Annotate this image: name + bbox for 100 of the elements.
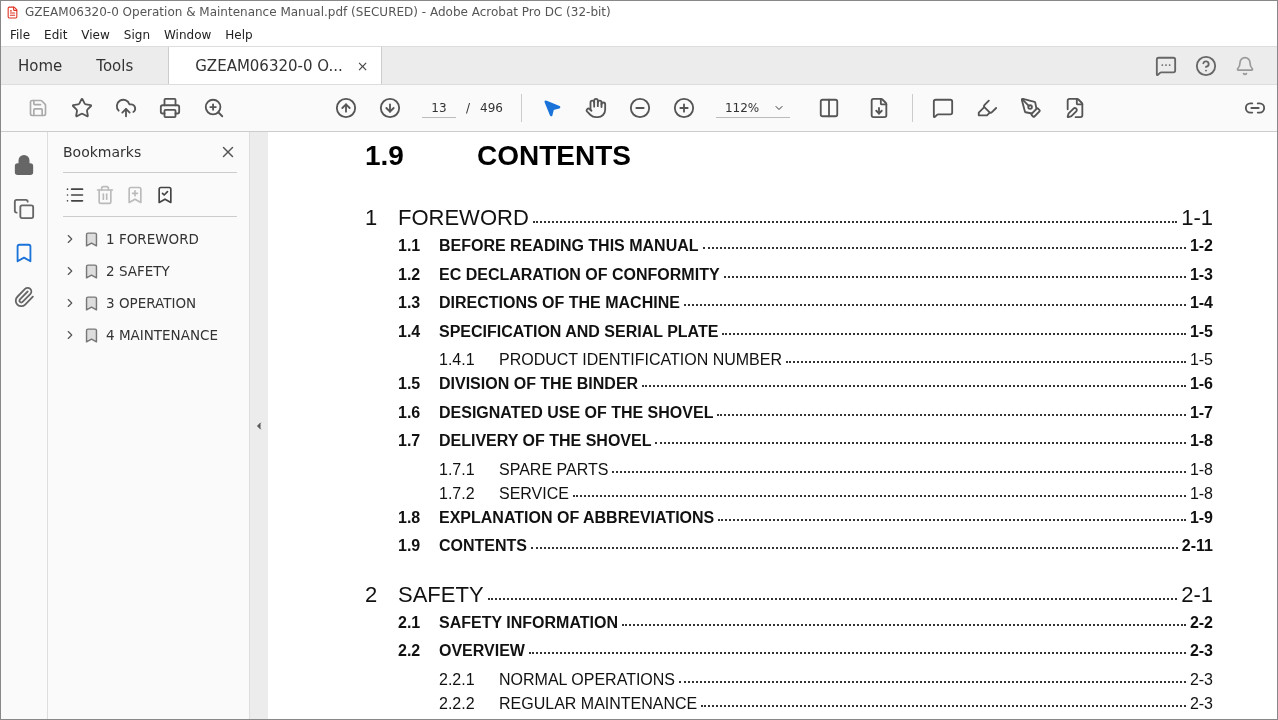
entry-page: 1-1 — [1181, 204, 1213, 232]
bookmark-icon — [83, 262, 100, 280]
comment-icon[interactable] — [1155, 54, 1177, 77]
entry-title: OVERVIEW — [439, 641, 525, 661]
nav-tab[interactable]: Home — [1, 47, 80, 84]
entry-number: 1.4.1 — [439, 350, 476, 370]
zoom-in-icon[interactable] — [672, 97, 695, 119]
entry-number: 1.6 — [398, 402, 422, 423]
bookmark-icon — [83, 230, 100, 248]
heading-number: 1.9 — [365, 140, 405, 172]
cloud-upload-icon[interactable] — [115, 97, 137, 119]
paperclip-icon[interactable] — [13, 286, 35, 308]
page-total: 496 — [480, 101, 503, 115]
menu-item[interactable]: File — [3, 27, 38, 42]
menu-item[interactable]: Window — [157, 27, 219, 42]
entry-title: BEFORE READING THIS MANUAL — [439, 236, 699, 256]
hand-icon[interactable] — [584, 97, 607, 119]
entry-title: REGULAR MAINTENANCE — [499, 693, 698, 714]
entry-page: 1-8 — [1189, 459, 1213, 480]
page-up-icon[interactable] — [335, 97, 357, 119]
document-tab[interactable]: GZEAM06320-0 O... × — [168, 47, 382, 84]
bookmark-icon — [83, 294, 100, 312]
menu-item[interactable]: View — [74, 27, 117, 42]
entry-page: 2-3 — [1189, 669, 1213, 690]
menu-item[interactable]: Edit — [37, 27, 75, 42]
entry-page: 2-11 — [1181, 536, 1213, 556]
page-heading: CONTENTS — [477, 140, 631, 172]
entry-number: 1.7.2 — [439, 483, 476, 504]
bookmark-item[interactable]: 2 SAFETY — [106, 263, 170, 279]
pointer-icon[interactable] — [541, 98, 562, 118]
entry-title: DELIVERY OF THE SHOVEL — [439, 431, 652, 451]
star-icon[interactable] — [71, 97, 93, 119]
entry-page: 2-2 — [1189, 612, 1213, 633]
panel-title: Bookmarks — [63, 144, 142, 160]
entry-number: 1.7 — [398, 431, 422, 451]
entry-number: 2.2 — [398, 641, 422, 661]
entry-title: PRODUCT IDENTIFICATION NUMBER — [499, 350, 782, 370]
nav-tab[interactable]: Tools — [79, 47, 151, 84]
entry-page: 1-5 — [1189, 350, 1213, 370]
entry-number: 2.1 — [398, 612, 422, 633]
bookmark-item[interactable]: 3 OPERATION — [106, 295, 197, 311]
bookmark-item[interactable]: 1 FOREWORD — [106, 231, 199, 247]
entry-number: 1.2 — [398, 264, 422, 285]
entry-number: 1 — [365, 204, 379, 232]
lock-icon[interactable] — [13, 154, 35, 176]
entry-number: 1.1 — [398, 236, 422, 256]
entry-page: 1-2 — [1189, 236, 1213, 256]
entry-page: 2-3 — [1189, 641, 1213, 661]
printer-icon[interactable] — [159, 97, 181, 119]
entry-title: CONTENTS — [439, 536, 527, 556]
entry-page: 2-3 — [1189, 693, 1213, 714]
menu-item[interactable]: Help — [218, 27, 260, 42]
pen-icon[interactable] — [1019, 97, 1042, 119]
window-title: GZEAM06320-0 Operation & Maintenance Manual.pdf (SECURED) - Adobe Acrobat Pro DC (32-bit) — [25, 5, 611, 19]
entry-title: DESIGNATED USE OF THE SHOVEL — [439, 402, 714, 423]
bookmark-item[interactable]: 4 MAINTENANCE — [106, 327, 218, 343]
entry-number: 1.8 — [398, 507, 422, 528]
menu-item[interactable]: Sign — [116, 27, 157, 42]
entry-page: 1-4 — [1189, 293, 1213, 313]
comment-icon[interactable] — [931, 97, 954, 119]
entry-title: DIRECTIONS OF THE MACHINE — [439, 293, 680, 313]
entry-number: 1.5 — [398, 374, 422, 394]
entry-number: 1.7.1 — [439, 459, 476, 480]
zoom-out-icon[interactable] — [628, 97, 651, 119]
bookmark-icon — [83, 326, 100, 344]
entry-title: SAFETY INFORMATION — [439, 612, 618, 633]
entry-number: 1.9 — [398, 536, 422, 556]
entry-page: 1-5 — [1189, 321, 1213, 342]
entry-title: EXPLANATION OF ABBREVIATIONS — [439, 507, 715, 528]
highlighter-icon[interactable] — [975, 97, 998, 119]
entry-number: 2.2.1 — [439, 669, 476, 690]
entry-page: 1-9 — [1189, 507, 1213, 528]
entry-title: SPARE PARTS — [499, 459, 609, 480]
entry-page: 1-8 — [1189, 431, 1213, 451]
entry-title: SAFETY — [398, 580, 484, 609]
page-separator: / — [466, 101, 471, 115]
entry-title: SPECIFICATION AND SERIAL PLATE — [439, 321, 719, 342]
help-icon[interactable] — [1195, 54, 1217, 77]
entry-title: SERVICE — [499, 483, 569, 504]
entry-page: 2-1 — [1181, 580, 1213, 609]
entry-page: 1-6 — [1189, 374, 1213, 394]
page-number-field[interactable]: 13 — [422, 98, 456, 118]
pages-icon[interactable] — [13, 198, 35, 220]
entry-title: DIVISION OF THE BINDER — [439, 374, 639, 394]
page-down-icon[interactable] — [379, 97, 401, 119]
entry-title: NORMAL OPERATIONS — [499, 669, 676, 690]
entry-page: 1-3 — [1189, 264, 1213, 285]
fit-page-icon[interactable] — [817, 97, 840, 119]
entry-number: 1.4 — [398, 321, 422, 342]
entry-number: 2.2.2 — [439, 693, 476, 714]
entry-page: 1-7 — [1189, 402, 1213, 423]
entry-number: 2 — [365, 580, 379, 609]
zoom-search-icon[interactable] — [203, 97, 225, 119]
zoom-field[interactable]: 112% — [715, 98, 790, 118]
entry-number: 1.3 — [398, 293, 422, 313]
pdf-app-icon — [6, 5, 19, 19]
entry-title: FOREWORD — [398, 204, 529, 232]
close-tab-button[interactable]: × — [356, 57, 369, 74]
entry-page: 1-8 — [1189, 483, 1213, 504]
entry-title: EC DECLARATION OF CONFORMITY — [439, 264, 720, 285]
